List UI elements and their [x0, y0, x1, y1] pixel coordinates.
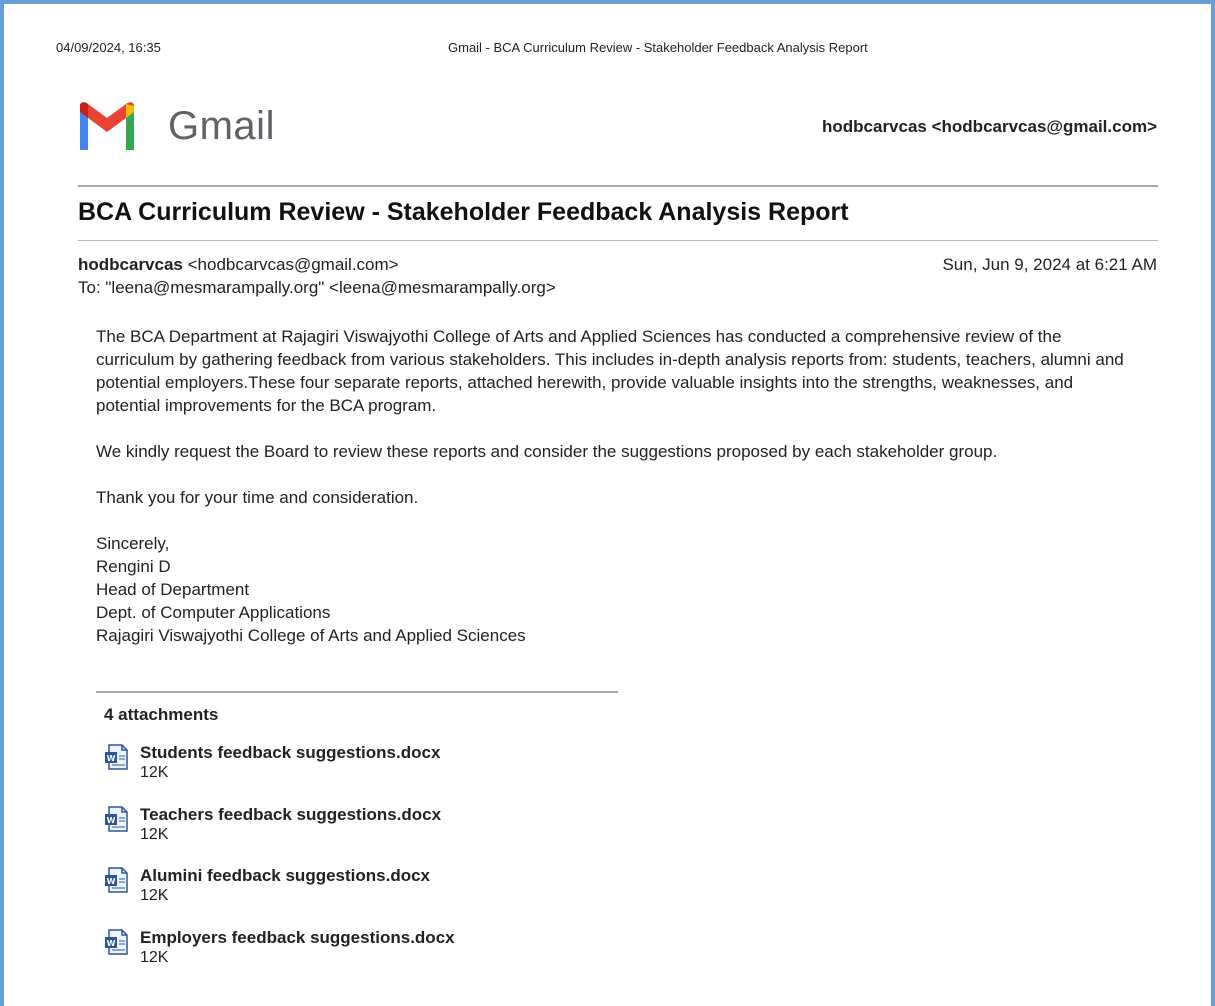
attachments-count: 4 attachments	[104, 705, 219, 724]
svg-text:W: W	[107, 754, 116, 763]
print-title: Gmail - BCA Curriculum Review - Stakehol…	[448, 40, 868, 55]
gmail-logo: Gmail	[76, 100, 275, 152]
attachment-name[interactable]: Alumini feedback suggestions.docx	[140, 865, 430, 886]
attachment-item[interactable]: W Students feedback suggestions.docx 12K	[104, 742, 440, 783]
word-document-icon: W	[105, 929, 128, 955]
sender-email[interactable]: <hodbcarvcas@gmail.com>	[188, 255, 399, 274]
attachment-name[interactable]: Teachers feedback suggestions.docx	[140, 804, 441, 825]
sent-date: Sun, Jun 9, 2024 at 6:21 AM	[942, 255, 1157, 274]
gmail-m-icon	[80, 102, 134, 150]
attachment-name[interactable]: Employers feedback suggestions.docx	[140, 927, 455, 948]
body-paragraph: We kindly request the Board to review th…	[96, 442, 998, 461]
subject-divider	[78, 240, 1158, 241]
attachment-name[interactable]: Students feedback suggestions.docx	[140, 742, 440, 763]
body-paragraph: The BCA Department at Rajagiri Viswajyot…	[96, 327, 1124, 415]
sender-name: hodbcarvcas	[78, 255, 183, 274]
sender-line: hodbcarvcas <hodbcarvcas@gmail.com>	[78, 255, 399, 275]
svg-text:W: W	[107, 939, 116, 948]
body-paragraph: Thank you for your time and consideratio…	[96, 488, 419, 507]
signature-line: Rajagiri Viswajyothi College of Arts and…	[96, 626, 526, 645]
print-datetime: 04/09/2024, 16:35	[56, 40, 161, 55]
signature-line: Dept. of Computer Applications	[96, 603, 331, 622]
signature-line: Head of Department	[96, 580, 250, 599]
attachment-item[interactable]: W Teachers feedback suggestions.docx 12K	[104, 804, 441, 845]
word-document-icon: W	[105, 806, 128, 832]
svg-text:W: W	[107, 877, 116, 886]
word-document-icon: W	[105, 867, 128, 893]
signature-line: Rengini D	[96, 557, 171, 576]
account-identity: hodbcarvcas <hodbcarvcas@gmail.com>	[822, 117, 1157, 136]
recipient-line: To: "leena@mesmarampally.org" <leena@mes…	[78, 278, 556, 297]
attachment-item[interactable]: W Employers feedback suggestions.docx 12…	[104, 927, 455, 968]
svg-text:W: W	[107, 816, 116, 825]
signature: Sincerely, Rengini D Head of Department …	[96, 532, 1126, 647]
email-body: The BCA Department at Rajagiri Viswajyot…	[96, 325, 1126, 647]
gmail-wordmark: Gmail	[168, 103, 275, 148]
email-subject: BCA Curriculum Review - Stakeholder Feed…	[78, 198, 849, 226]
attachment-size: 12K	[140, 826, 169, 843]
attachment-size: 12K	[140, 887, 169, 904]
word-document-icon: W	[105, 744, 128, 770]
attachments-divider	[96, 691, 618, 693]
signature-line: Sincerely,	[96, 534, 170, 553]
attachment-item[interactable]: W Alumini feedback suggestions.docx 12K	[104, 865, 430, 906]
attachment-size: 12K	[140, 764, 169, 781]
header-divider	[78, 185, 1158, 187]
attachment-size: 12K	[140, 949, 169, 966]
